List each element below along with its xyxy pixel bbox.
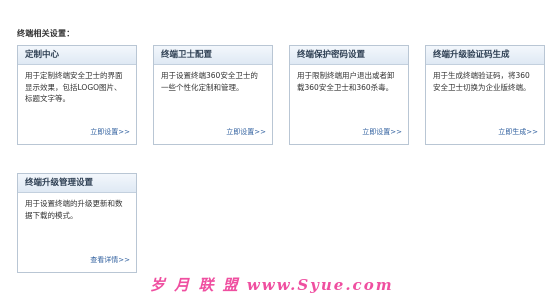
card-customization-center: 定制中心 用于定制终端安全卫士的界面显示效果，包括LOGO图片、标题文字等。 立… xyxy=(17,45,137,145)
card-title: 终端卫士配置 xyxy=(154,46,272,65)
generate-now-link[interactable]: 立即生成>> xyxy=(498,127,538,139)
card-description: 用于限制终端用户退出或者卸载360安全卫士和360杀毒。 xyxy=(297,71,395,92)
card-upgrade-management: 终端升级管理设置 用于设置终端的升级更新和数据下载的模式。 查看详情>> xyxy=(17,173,137,273)
card-terminal-guard-config: 终端卫士配置 用于设置终端360安全卫士的一些个性化定制和管理。 立即设置>> xyxy=(153,45,273,145)
section-title: 终端相关设置： xyxy=(17,29,75,38)
card-body: 用于设置终端360安全卫士的一些个性化定制和管理。 立即设置>> xyxy=(154,65,272,144)
card-body: 用于限制终端用户退出或者卸载360安全卫士和360杀毒。 立即设置>> xyxy=(290,65,408,144)
watermark-text: 岁 月 联 盟 www.Syue.com xyxy=(150,276,394,294)
card-description: 用于设置终端的升级更新和数据下载的模式。 xyxy=(25,199,123,220)
card-title: 终端升级管理设置 xyxy=(18,174,136,193)
card-body: 用于生成终端验证码，将360安全卫士切换为企业版终端。 立即生成>> xyxy=(426,65,544,144)
view-details-link[interactable]: 查看详情>> xyxy=(90,255,130,267)
set-now-link[interactable]: 立即设置>> xyxy=(226,127,266,139)
set-now-link[interactable]: 立即设置>> xyxy=(90,127,130,139)
card-description: 用于定制终端安全卫士的界面显示效果，包括LOGO图片、标题文字等。 xyxy=(25,71,123,103)
card-protection-password: 终端保护密码设置 用于限制终端用户退出或者卸载360安全卫士和360杀毒。 立即… xyxy=(289,45,409,145)
card-upgrade-code-generation: 终端升级验证码生成 用于生成终端验证码，将360安全卫士切换为企业版终端。 立即… xyxy=(425,45,545,145)
card-body: 用于设置终端的升级更新和数据下载的模式。 查看详情>> xyxy=(18,193,136,272)
card-description: 用于生成终端验证码，将360安全卫士切换为企业版终端。 xyxy=(433,71,531,92)
set-now-link[interactable]: 立即设置>> xyxy=(362,127,402,139)
card-title: 终端升级验证码生成 xyxy=(426,46,544,65)
card-title: 定制中心 xyxy=(18,46,136,65)
card-body: 用于定制终端安全卫士的界面显示效果，包括LOGO图片、标题文字等。 立即设置>> xyxy=(18,65,136,144)
card-title: 终端保护密码设置 xyxy=(290,46,408,65)
card-description: 用于设置终端360安全卫士的一些个性化定制和管理。 xyxy=(161,71,258,92)
